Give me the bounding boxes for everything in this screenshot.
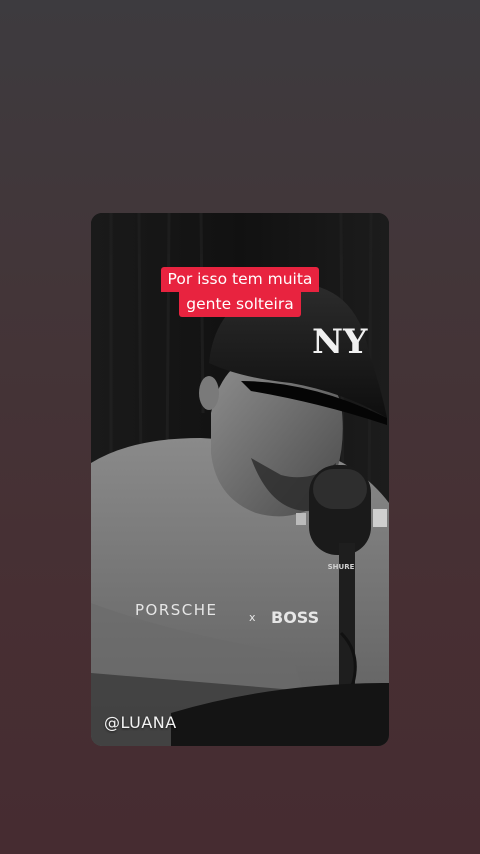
video-player[interactable]: PORSCHE x BOSS NY SHURE Por isso tem mui… (91, 213, 389, 746)
shirt-print-porsche: PORSCHE (135, 601, 218, 619)
caption-overlay: Por isso tem muita gente solteira (91, 267, 389, 317)
shirt-print-boss: BOSS (271, 608, 319, 627)
shirt-print-x: x (249, 611, 256, 624)
caption-line-1: Por isso tem muita (160, 267, 320, 292)
mic-brand: SHURE (328, 563, 355, 571)
caption-line-2: gente solteira (179, 292, 301, 317)
creator-watermark: @LUANA (104, 713, 177, 732)
cap-logo: NY (312, 322, 368, 362)
